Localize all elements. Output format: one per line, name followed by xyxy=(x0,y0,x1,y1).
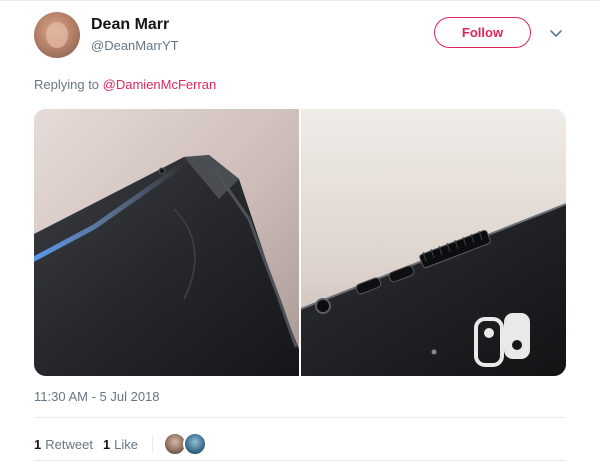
media-photo-2[interactable] xyxy=(301,109,566,376)
follow-button[interactable]: Follow xyxy=(434,17,531,48)
reply-context: Replying to @DamienMcFerran xyxy=(34,77,216,92)
reply-prefix: Replying to xyxy=(34,77,103,92)
stats-separator xyxy=(152,435,154,453)
retweet-count-label: Retweet xyxy=(45,436,93,452)
liker-avatar-2[interactable] xyxy=(183,432,208,456)
author-names: Dean Marr @DeanMarrYT xyxy=(91,15,179,55)
author-display-name[interactable]: Dean Marr xyxy=(91,15,179,35)
retweet-count[interactable]: 1 Retweet xyxy=(34,437,93,452)
tweet-stats: 1 Retweet 1 Like xyxy=(34,432,208,456)
reply-mention-link[interactable]: @DamienMcFerran xyxy=(103,77,217,92)
like-count-label: Like xyxy=(114,436,139,452)
author-avatar[interactable] xyxy=(34,12,80,58)
author-handle[interactable]: @DeanMarrYT xyxy=(91,37,179,55)
retweet-count-value: 1 xyxy=(34,436,42,452)
photo-console-vents-icon xyxy=(301,109,566,376)
chevron-down-icon[interactable] xyxy=(549,28,563,38)
photo-console-corner-icon xyxy=(34,109,299,376)
top-divider xyxy=(0,0,600,1)
media-photo-1[interactable] xyxy=(34,109,299,376)
stats-bottom-divider xyxy=(34,460,566,461)
avatar-face xyxy=(46,22,68,48)
like-count[interactable]: 1 Like xyxy=(103,437,138,452)
like-count-value: 1 xyxy=(102,436,111,452)
stats-top-divider xyxy=(34,417,566,418)
media-grid xyxy=(34,109,566,376)
tweet-timestamp[interactable]: 11:30 AM - 5 Jul 2018 xyxy=(34,389,160,404)
